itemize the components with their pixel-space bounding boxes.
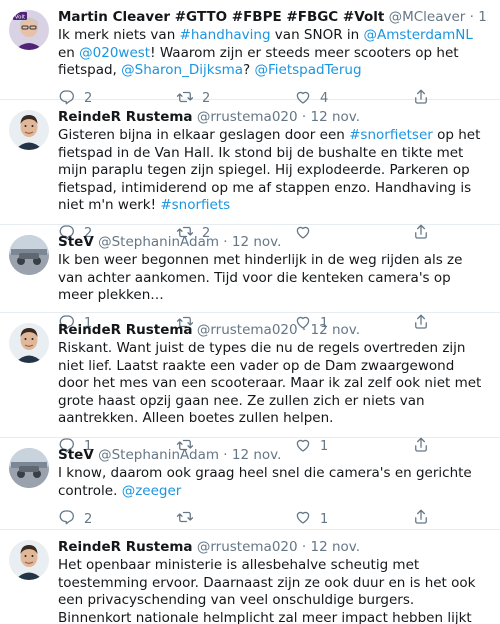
tweet[interactable]: ReindeR Rustema @rrustema020 · 12 nov. G… bbox=[0, 100, 500, 241]
tweet-text-segment: en bbox=[58, 44, 80, 61]
retweet-icon bbox=[176, 508, 202, 530]
avatar-volt-label: Volt bbox=[15, 15, 26, 21]
timestamp[interactable]: 12 nov. bbox=[232, 447, 282, 463]
avatar[interactable] bbox=[9, 323, 49, 363]
retweet-button[interactable] bbox=[176, 508, 294, 530]
tweet[interactable]: Volt Martin Cleaver #GTTO #FBPE #FBGC #V… bbox=[0, 0, 500, 106]
tweet-text: Ik ben weer begonnen met hinderlijk in d… bbox=[58, 252, 488, 305]
author-handle[interactable]: @rrustema020 bbox=[197, 109, 298, 125]
tweet[interactable]: ReindeR Rustema @rrustema020 · 12 nov. R… bbox=[0, 313, 500, 454]
author-name[interactable]: ReindeR Rustema bbox=[58, 109, 193, 125]
tweet-text: Riskant. Want juist de types die nu de r… bbox=[58, 340, 488, 428]
timestamp[interactable]: 12 nov. bbox=[478, 9, 488, 25]
author-handle[interactable]: @MCleaver bbox=[389, 9, 466, 25]
tweet-text: I know, daarom ook graag heel snel die c… bbox=[58, 465, 488, 500]
like-count: 1 bbox=[320, 511, 329, 527]
tweet-text-segment: Ik merk niets van bbox=[58, 27, 180, 43]
mention-link[interactable]: @FietspadTerug bbox=[255, 62, 362, 78]
avatar[interactable] bbox=[9, 110, 49, 150]
mention-link[interactable]: @020west bbox=[79, 45, 150, 61]
timestamp[interactable]: 12 nov. bbox=[310, 539, 360, 555]
tweet-text-segment: I know, daarom ook graag heel snel die c… bbox=[58, 465, 472, 499]
tweet-header: ReindeR Rustema @rrustema020 · 12 nov. bbox=[58, 538, 488, 556]
separator-dot: · bbox=[301, 109, 307, 125]
hashtag-link[interactable]: #snorfietser bbox=[349, 127, 433, 143]
tweet-text-segment: ? bbox=[243, 62, 255, 78]
tweet-header: Martin Cleaver #GTTO #FBPE #FBGC #Volt @… bbox=[58, 8, 488, 26]
tweet-text: Gisteren bijna in elkaar geslagen door e… bbox=[58, 127, 488, 215]
tweet-header: ReindeR Rustema @rrustema020 · 12 nov. bbox=[58, 321, 488, 339]
mention-link[interactable]: @Sharon_Dijksma bbox=[121, 62, 243, 78]
tweet[interactable]: ReindeR Rustema @rrustema020 · 12 nov. H… bbox=[0, 530, 500, 624]
tweet-thread: Volt Martin Cleaver #GTTO #FBPE #FBGC #V… bbox=[0, 0, 500, 624]
heart-icon bbox=[294, 508, 320, 530]
hashtag-link[interactable]: #handhaving bbox=[180, 27, 271, 43]
timestamp[interactable]: 12 nov. bbox=[310, 322, 360, 338]
tweet-text-segment: Gisteren bijna in elkaar geslagen door e… bbox=[58, 127, 350, 143]
timestamp[interactable]: 12 nov. bbox=[232, 234, 282, 250]
separator-dot: · bbox=[223, 234, 228, 250]
reply-count: 2 bbox=[84, 511, 93, 527]
action-bar: 2 1 bbox=[58, 506, 488, 532]
tweet-text-segment: van SNOR in bbox=[270, 27, 364, 43]
tweet-text: Het openbaar ministerie is allesbehalve … bbox=[58, 557, 488, 624]
separator-dot: · bbox=[301, 539, 307, 555]
separator-dot: · bbox=[469, 9, 474, 25]
like-button[interactable]: 1 bbox=[294, 508, 412, 530]
avatar[interactable] bbox=[9, 235, 49, 275]
tweet-text-segment: Riskant. Want juist de types die nu de r… bbox=[58, 340, 482, 426]
share-icon bbox=[412, 508, 438, 530]
separator-dot: · bbox=[301, 322, 307, 338]
author-handle[interactable]: @StephaninAdam bbox=[98, 447, 219, 463]
timestamp[interactable]: 12 nov. bbox=[310, 109, 360, 125]
reply-button[interactable]: 2 bbox=[58, 508, 176, 530]
tweet-text-segment: Ik ben weer begonnen met hinderlijk in d… bbox=[58, 252, 463, 303]
author-handle[interactable]: @rrustema020 bbox=[197, 539, 298, 555]
author-name[interactable]: ReindeR Rustema bbox=[58, 322, 193, 338]
author-name[interactable]: SteV bbox=[58, 447, 94, 463]
tweet-header: SteV @StephaninAdam · 12 nov. bbox=[58, 233, 488, 251]
mention-link[interactable]: @AmsterdamNL bbox=[363, 27, 472, 43]
avatar[interactable]: Volt bbox=[9, 10, 49, 50]
tweet[interactable]: SteV @StephaninAdam · 12 nov. Ik ben wee… bbox=[0, 225, 500, 331]
author-name[interactable]: ReindeR Rustema bbox=[58, 539, 193, 555]
tweet-text-segment: Het openbaar ministerie is allesbehalve … bbox=[58, 557, 476, 624]
avatar[interactable] bbox=[9, 540, 49, 580]
avatar[interactable] bbox=[9, 448, 49, 488]
tweet[interactable]: SteV @StephaninAdam · 12 nov. I know, da… bbox=[0, 438, 500, 530]
tweet-text: Ik merk niets van #handhaving van SNOR i… bbox=[58, 27, 488, 80]
author-handle[interactable]: @rrustema020 bbox=[197, 322, 298, 338]
mention-link[interactable]: @zeeger bbox=[122, 483, 182, 499]
author-handle[interactable]: @StephaninAdam bbox=[98, 234, 219, 250]
tweet-header: ReindeR Rustema @rrustema020 · 12 nov. bbox=[58, 108, 488, 126]
share-button[interactable] bbox=[412, 508, 442, 530]
reply-icon bbox=[58, 508, 84, 530]
author-name[interactable]: Martin Cleaver #GTTO #FBPE #FBGC #Volt bbox=[58, 9, 384, 25]
tweet-header: SteV @StephaninAdam · 12 nov. bbox=[58, 446, 488, 464]
author-name[interactable]: SteV bbox=[58, 234, 94, 250]
separator-dot: · bbox=[223, 447, 228, 463]
hashtag-link[interactable]: #snorfiets bbox=[160, 197, 230, 213]
